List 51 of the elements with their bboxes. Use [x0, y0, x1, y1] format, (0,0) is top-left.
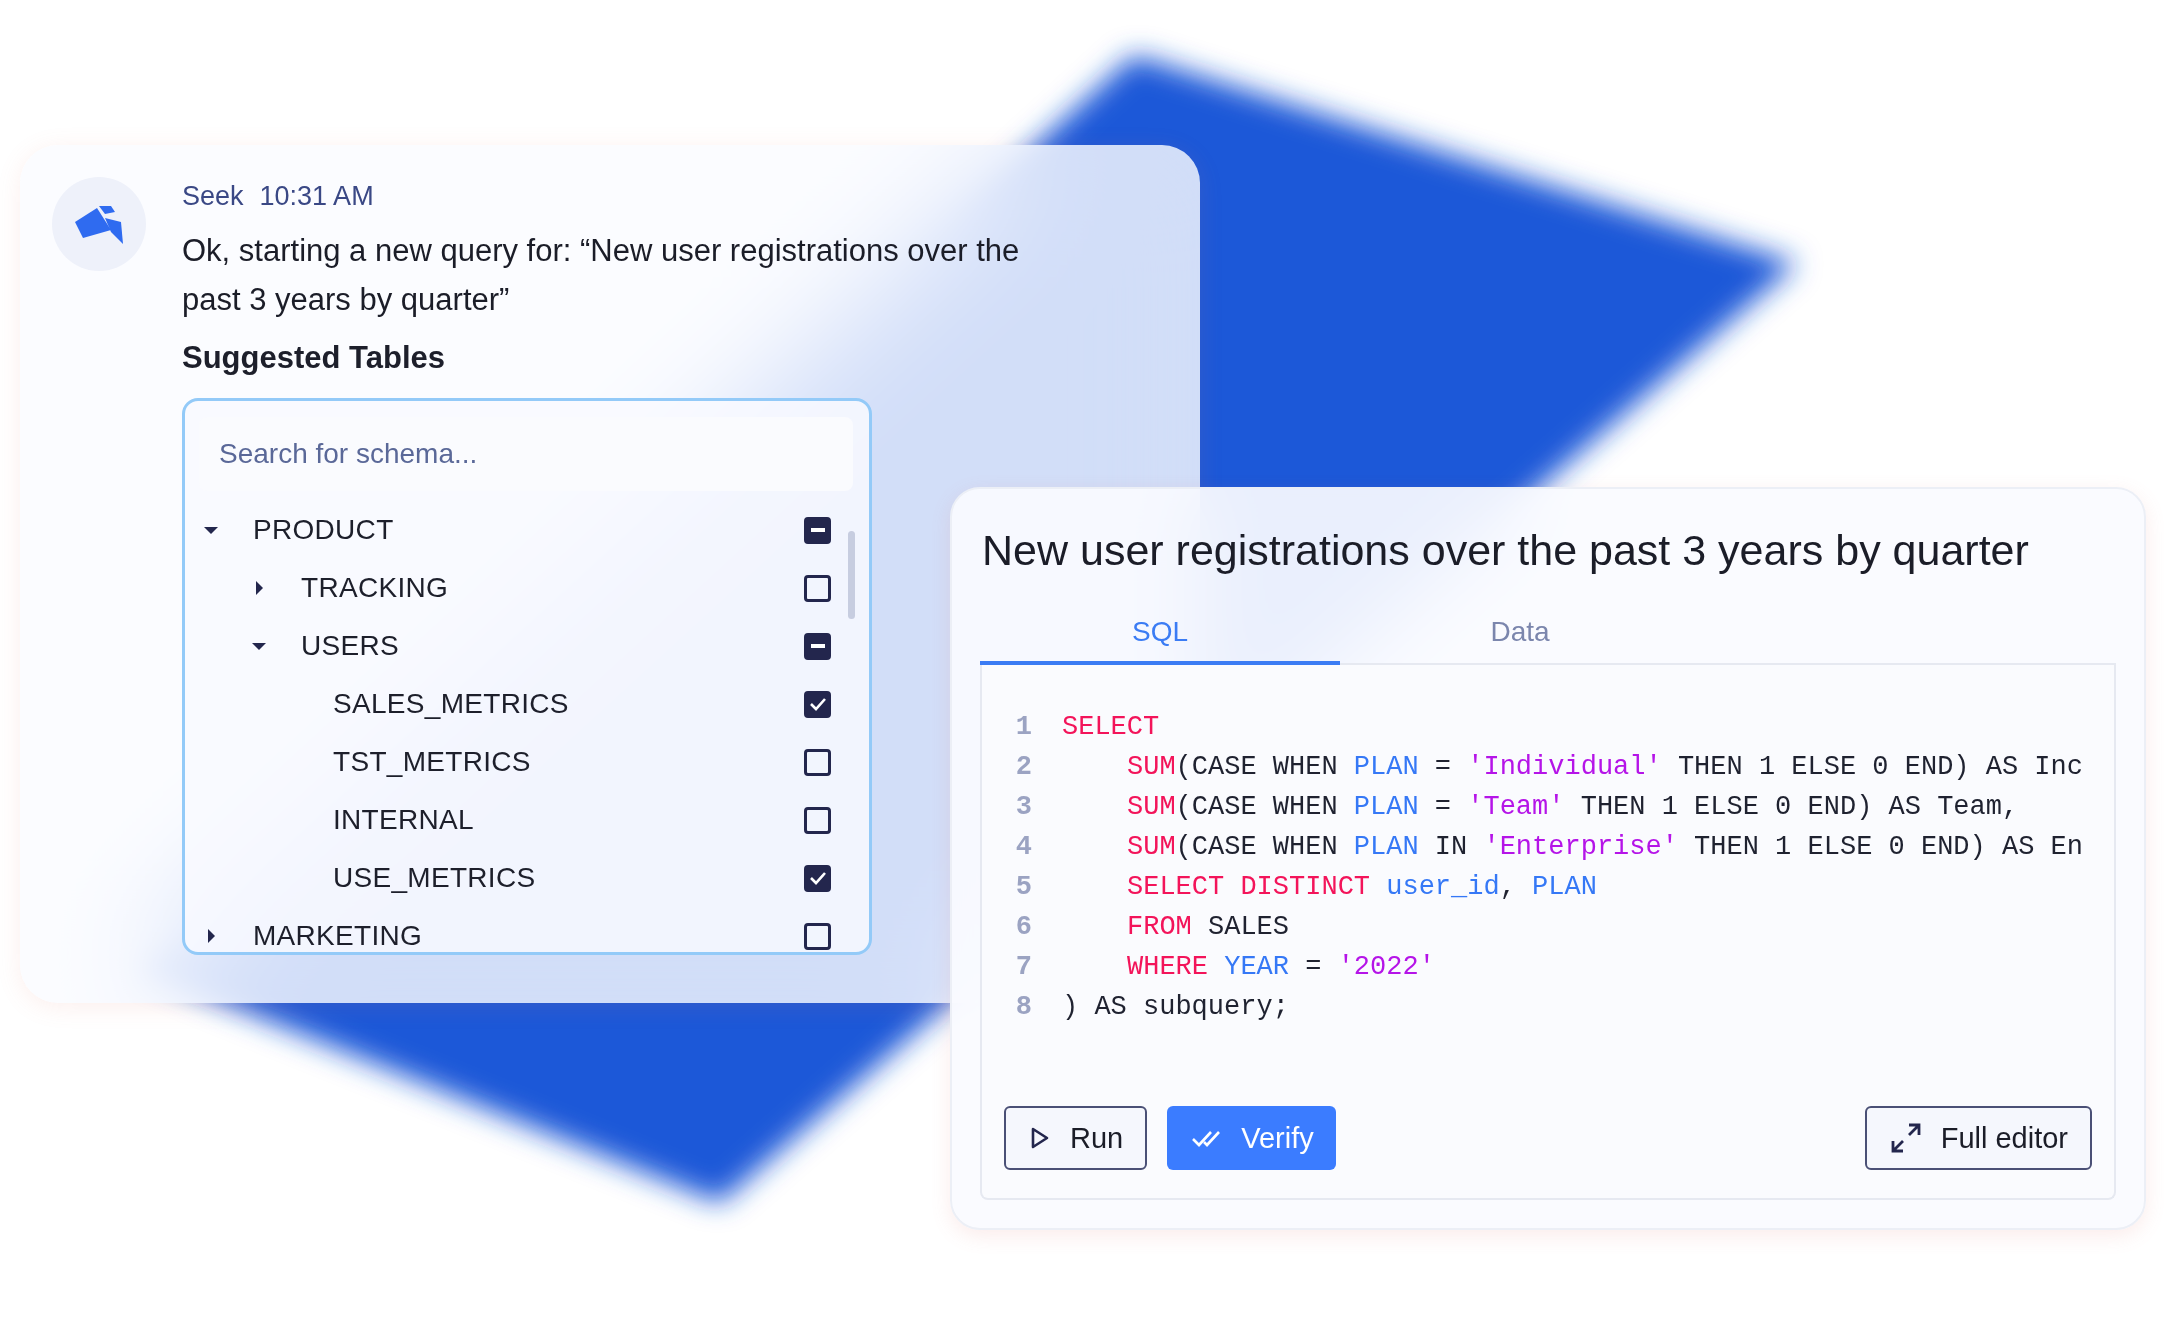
checkbox[interactable]	[804, 632, 831, 660]
checkbox[interactable]	[804, 516, 831, 544]
table-name[interactable]: MARKETING	[253, 920, 804, 952]
table-name[interactable]: PRODUCT	[253, 514, 804, 546]
line-number: 7	[1014, 951, 1032, 984]
section-heading: Suggested Tables	[182, 340, 446, 376]
checkbox[interactable]	[804, 690, 831, 718]
line-number: 6	[1014, 911, 1032, 944]
checkbox[interactable]	[804, 922, 831, 950]
caret-right-icon[interactable]	[255, 581, 263, 595]
run-button[interactable]: Run	[1004, 1106, 1148, 1170]
code-line: SUM(CASE WHEN PLAN = 'Individual' THEN 1 ELSE 0 END) AS Inc	[1126, 751, 2084, 784]
message-text: Ok, starting a new query for: “New user registrations over the past 3 years by quarter”	[182, 232, 1021, 319]
line-number: 5	[1014, 871, 1032, 904]
message-time: 10:31 AM	[259, 181, 374, 212]
checkbox[interactable]	[804, 806, 831, 834]
code-line: WHERE YEAR = '2022'	[1126, 951, 1436, 984]
checkbox[interactable]	[804, 864, 831, 892]
checkbox[interactable]	[804, 574, 831, 602]
table-name[interactable]: INTERNAL	[333, 804, 804, 836]
checkbox[interactable]	[804, 748, 831, 776]
code-line: SUM(CASE WHEN PLAN IN 'Enterprise' THEN 1 ELSE 0 END) AS En	[1126, 831, 2084, 864]
code-line: SELECT DISTINCT user_id, PLAN	[1126, 871, 1598, 904]
code-line: SELECT	[1062, 711, 1161, 744]
caret-right-icon[interactable]	[207, 929, 215, 943]
full-editor-button[interactable]: Full editor	[1864, 1106, 2092, 1170]
sender-name: Seek	[182, 181, 244, 212]
minus-icon	[810, 644, 825, 648]
line-number: 4	[1014, 831, 1032, 864]
code-line: FROM SALES	[1126, 911, 1291, 944]
scrollbar[interactable]	[848, 531, 855, 619]
table-name[interactable]: TRACKING	[301, 572, 804, 604]
verify-button[interactable]: Verify	[1167, 1106, 1336, 1170]
minus-icon	[810, 528, 825, 532]
line-number: 2	[1014, 751, 1032, 784]
caret-down-icon[interactable]	[252, 642, 266, 650]
check-icon	[808, 697, 827, 711]
line-number: 3	[1014, 791, 1032, 824]
table-name[interactable]: USE_METRICS	[333, 862, 804, 894]
check-icon	[808, 871, 827, 885]
query-title: New user registrations over the past 3 years by quarter	[982, 525, 2030, 576]
table-name[interactable]: USERS	[301, 630, 804, 662]
code-line: SUM(CASE WHEN PLAN = 'Team' THEN 1 ELSE 0 END) AS Team,	[1126, 791, 2020, 824]
play-icon	[1030, 1127, 1050, 1149]
code-line: ) AS subquery;	[1062, 991, 1290, 1024]
caret-down-icon[interactable]	[204, 526, 218, 534]
table-name[interactable]: TST_METRICS	[333, 746, 804, 778]
table-name[interactable]: SALES_METRICS	[333, 688, 804, 720]
expand-icon	[1890, 1123, 1921, 1153]
line-number: 8	[1014, 991, 1032, 1024]
line-number: 1	[1014, 711, 1032, 744]
